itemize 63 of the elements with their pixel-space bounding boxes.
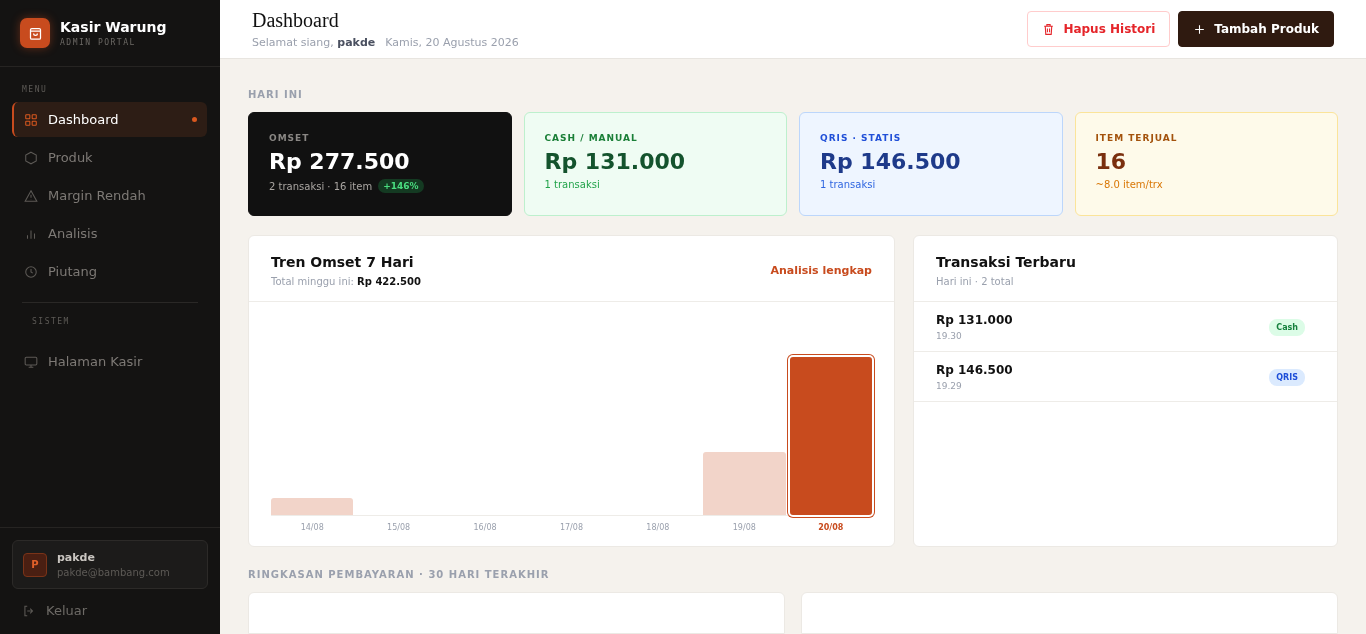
- date: Kamis, 20 Agustus 2026: [385, 36, 519, 49]
- day-label: 18/08: [645, 523, 671, 532]
- sidebar-item[interactable]: Piutang: [12, 254, 207, 289]
- day-label: 15/08: [386, 523, 412, 532]
- day-label: 19/08: [731, 523, 757, 532]
- card-subtitle: Hari ini · 2 total: [936, 276, 1015, 287]
- sidebar-item[interactable]: Margin Rendah: [12, 178, 207, 213]
- user-card[interactable]: P pakde pakde@bambang.com: [12, 540, 208, 589]
- payment-method-badge: Cash: [1269, 318, 1305, 336]
- clock-icon: [24, 264, 38, 279]
- change-badge: +146%: [378, 179, 424, 193]
- user-email: pakde@bambang.com: [57, 567, 170, 578]
- transaction-time: 19.29: [936, 381, 963, 391]
- sidebar-item[interactable]: Dashboard: [12, 102, 207, 137]
- stat-label: ITEM TERJUAL: [1095, 133, 1179, 143]
- logout-button[interactable]: Keluar: [12, 589, 98, 622]
- stat-value: 16: [1095, 149, 1128, 174]
- app-name: Kasir Warung: [60, 19, 167, 35]
- stat-value: Rp 131.000: [544, 149, 687, 174]
- card-title: Transaksi Terbaru: [936, 254, 1076, 270]
- sidebar-item[interactable]: Halaman Kasir: [12, 344, 207, 379]
- hexagon-icon: [24, 150, 38, 165]
- stat-label: CASH / MANUAL: [544, 133, 639, 143]
- transaction-time: 19.30: [936, 331, 963, 341]
- user-name: pakde: [57, 551, 96, 564]
- section-heading: HARI INI: [248, 88, 304, 102]
- grid-icon: [24, 112, 38, 127]
- monitor-icon: [24, 354, 38, 369]
- stat-note: 1 transaksi: [820, 179, 876, 190]
- day-label: 17/08: [558, 523, 584, 532]
- app-subtitle: ADMIN PORTAL: [60, 38, 137, 47]
- stat-label: QRIS · STATIS: [820, 133, 903, 143]
- add-product-button[interactable]: Tambah Produk: [1178, 11, 1334, 47]
- stat-value: Rp 146.500: [820, 149, 962, 174]
- active-dot: [192, 117, 197, 122]
- sidebar-item[interactable]: Produk: [12, 140, 207, 175]
- day-label: 14/08: [299, 523, 325, 532]
- plus-icon: [1193, 22, 1207, 36]
- transaction-amount: Rp 146.500: [936, 363, 1013, 377]
- card-title: Tren Omset 7 Hari: [271, 254, 415, 270]
- day-label: 16/08: [472, 523, 498, 532]
- clear-history-button[interactable]: Hapus Histori: [1027, 11, 1171, 47]
- stat-label: OMSET: [269, 133, 311, 143]
- stat-note: 1 transaksi: [544, 179, 600, 190]
- page-title: Dashboard: [252, 9, 340, 32]
- full-analysis-link[interactable]: Analisis lengkap: [770, 264, 872, 277]
- user-avatar: P: [23, 552, 47, 577]
- payment-method-badge: QRIS: [1269, 368, 1305, 386]
- section-heading: RINGKASAN PEMBAYARAN · 30 HARI TERAKHIR: [248, 568, 551, 582]
- warning-icon: [24, 188, 38, 203]
- section-heading: MENU: [21, 84, 49, 96]
- logout-icon: [22, 603, 36, 618]
- day-label: 20/08: [817, 523, 845, 532]
- section-heading: SISTEM: [22, 302, 198, 344]
- stat-note: 2 transaksi · 16 item: [269, 180, 373, 192]
- trash-icon: [1042, 22, 1056, 36]
- transaction-amount: Rp 131.000: [936, 313, 1013, 327]
- stat-value: Rp 277.500: [269, 149, 411, 174]
- shopping-bag-icon: [20, 18, 50, 48]
- stat-note: ~8.0 item/trx: [1095, 179, 1163, 190]
- greeting: Selamat siang, pakde: [252, 36, 376, 49]
- sidebar-item[interactable]: Analisis: [12, 216, 207, 251]
- card-subtitle: Total minggu ini: Rp 422.500: [271, 276, 421, 287]
